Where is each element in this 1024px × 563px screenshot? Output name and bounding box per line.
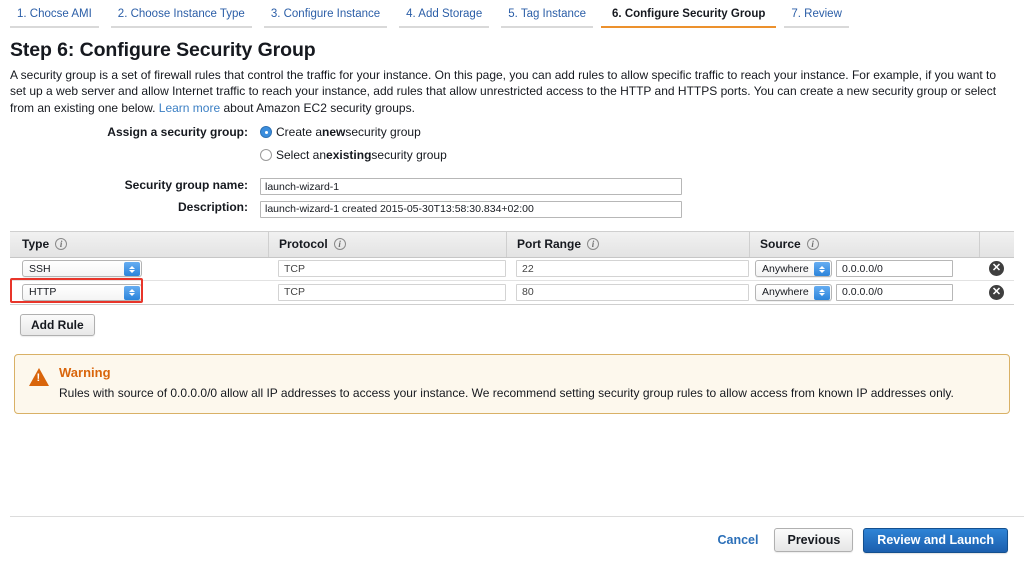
learn-more-link[interactable]: Learn more bbox=[159, 101, 220, 115]
info-icon[interactable]: i bbox=[55, 238, 67, 250]
chevron-updown-icon[interactable] bbox=[814, 286, 830, 300]
chevron-updown-icon[interactable] bbox=[814, 262, 830, 276]
radio-option-select-existing[interactable]: Select an existing security group bbox=[260, 147, 1014, 164]
warning-text: Rules with source of 0.0.0.0/0 allow all… bbox=[59, 385, 954, 401]
info-icon[interactable]: i bbox=[807, 238, 819, 250]
rule-source-cidr-http[interactable]: 0.0.0.0/0 bbox=[836, 284, 953, 301]
radio-select-existing-label-pre: Select an bbox=[276, 148, 326, 162]
column-header-delete bbox=[979, 231, 1014, 257]
page-description: A security group is a set of firewall ru… bbox=[10, 67, 1014, 116]
delete-rule-icon[interactable]: ✕ bbox=[989, 261, 1004, 276]
tab-choose-instance-type[interactable]: 2. Choose Instance Type bbox=[105, 2, 258, 28]
rule-type-select-http[interactable]: HTTP bbox=[22, 284, 142, 301]
rule-type-select-ssh[interactable]: SSH bbox=[22, 260, 142, 277]
cancel-button[interactable]: Cancel bbox=[711, 533, 764, 547]
security-group-description-input[interactable] bbox=[260, 201, 682, 218]
radio-select-existing-icon[interactable] bbox=[260, 149, 272, 161]
tab-configure-security-group[interactable]: 6. Configure Security Group bbox=[599, 2, 778, 28]
rule-port-range-value-http: 80 bbox=[516, 284, 749, 301]
wizard-footer: Cancel Previous Review and Launch bbox=[10, 516, 1024, 563]
tab-add-storage[interactable]: 4. Add Storage bbox=[393, 2, 495, 28]
security-group-name-row: Security group name: bbox=[10, 177, 1014, 196]
rule-type-value-http: HTTP bbox=[29, 286, 56, 298]
security-group-rules-table: Type i Protocol i Port Range i Source i bbox=[10, 231, 1014, 305]
column-header-type: Type i bbox=[10, 231, 268, 257]
add-rule-button[interactable]: Add Rule bbox=[20, 314, 95, 336]
warning-banner: Warning Rules with source of 0.0.0.0/0 a… bbox=[14, 354, 1010, 414]
page-title: Step 6: Configure Security Group bbox=[10, 39, 1014, 62]
page-description-part2: about Amazon EC2 security groups. bbox=[220, 101, 415, 115]
rule-protocol-value-ssh: TCP bbox=[278, 260, 506, 277]
wizard-step-tabs: 1. Chocse AMI 2. Choose Instance Type 3.… bbox=[0, 0, 1024, 28]
rules-table-header: Type i Protocol i Port Range i Source i bbox=[10, 232, 1014, 258]
column-header-type-label: Type bbox=[22, 237, 49, 251]
info-icon[interactable]: i bbox=[334, 238, 346, 250]
chevron-updown-icon[interactable] bbox=[124, 262, 140, 276]
column-header-protocol-label: Protocol bbox=[279, 237, 328, 251]
warning-triangle-icon bbox=[29, 368, 49, 386]
table-row: HTTP TCP 80 Anywhere bbox=[10, 281, 1014, 304]
rule-source-select-http[interactable]: Anywhere bbox=[755, 284, 832, 301]
table-row: SSH TCP 22 Anywhere bbox=[10, 258, 1014, 281]
security-group-name-input[interactable] bbox=[260, 178, 682, 195]
column-header-port-range-label: Port Range bbox=[517, 237, 581, 251]
chevron-updown-icon[interactable] bbox=[124, 286, 140, 300]
tab-configure-instance[interactable]: 3. Configure Instance bbox=[258, 2, 393, 28]
security-group-name-label: Security group name: bbox=[10, 177, 260, 192]
assign-security-group-label: Assign a security group: bbox=[10, 124, 260, 139]
review-and-launch-button[interactable]: Review and Launch bbox=[863, 528, 1008, 553]
column-header-port-range: Port Range i bbox=[506, 231, 749, 257]
delete-rule-icon[interactable]: ✕ bbox=[989, 285, 1004, 300]
radio-option-create-new[interactable]: Create a new security group bbox=[260, 124, 1014, 141]
radio-select-existing-label-bold: existing bbox=[326, 148, 371, 162]
tab-choose-ami[interactable]: 1. Chocse AMI bbox=[4, 2, 105, 28]
rule-source-select-value-ssh: Anywhere bbox=[762, 263, 809, 275]
security-group-description-label: Description: bbox=[10, 199, 260, 214]
rule-source-cidr-ssh[interactable]: 0.0.0.0/0 bbox=[836, 260, 953, 277]
rules-table-wrapper: Type i Protocol i Port Range i Source i bbox=[10, 231, 1014, 305]
tab-review[interactable]: 7. Review bbox=[778, 2, 855, 28]
assign-security-group-options: Create a new security group Select an ex… bbox=[260, 124, 1014, 170]
column-header-protocol: Protocol i bbox=[268, 231, 506, 257]
radio-select-existing-label-post: security group bbox=[371, 148, 446, 162]
column-header-source-label: Source bbox=[760, 237, 801, 251]
security-group-description-row: Description: bbox=[10, 199, 1014, 218]
column-header-source: Source i bbox=[749, 231, 979, 257]
rule-source-select-ssh[interactable]: Anywhere bbox=[755, 260, 832, 277]
radio-create-new-label-pre: Create a bbox=[276, 125, 322, 139]
radio-create-new-label-bold: new bbox=[322, 125, 345, 139]
previous-button[interactable]: Previous bbox=[774, 528, 853, 552]
security-group-form: Assign a security group: Create a new se… bbox=[10, 124, 1014, 218]
radio-create-new-label-post: security group bbox=[345, 125, 420, 139]
info-icon[interactable]: i bbox=[587, 238, 599, 250]
rule-source-select-value-http: Anywhere bbox=[762, 286, 809, 298]
rule-port-range-value-ssh: 22 bbox=[516, 260, 749, 277]
radio-create-new-icon[interactable] bbox=[260, 126, 272, 138]
warning-title: Warning bbox=[59, 365, 954, 380]
rule-type-value-ssh: SSH bbox=[29, 263, 51, 275]
rule-protocol-value-http: TCP bbox=[278, 284, 506, 301]
tab-tag-instance[interactable]: 5. Tag Instance bbox=[495, 2, 599, 28]
assign-security-group-row: Assign a security group: Create a new se… bbox=[10, 124, 1014, 170]
